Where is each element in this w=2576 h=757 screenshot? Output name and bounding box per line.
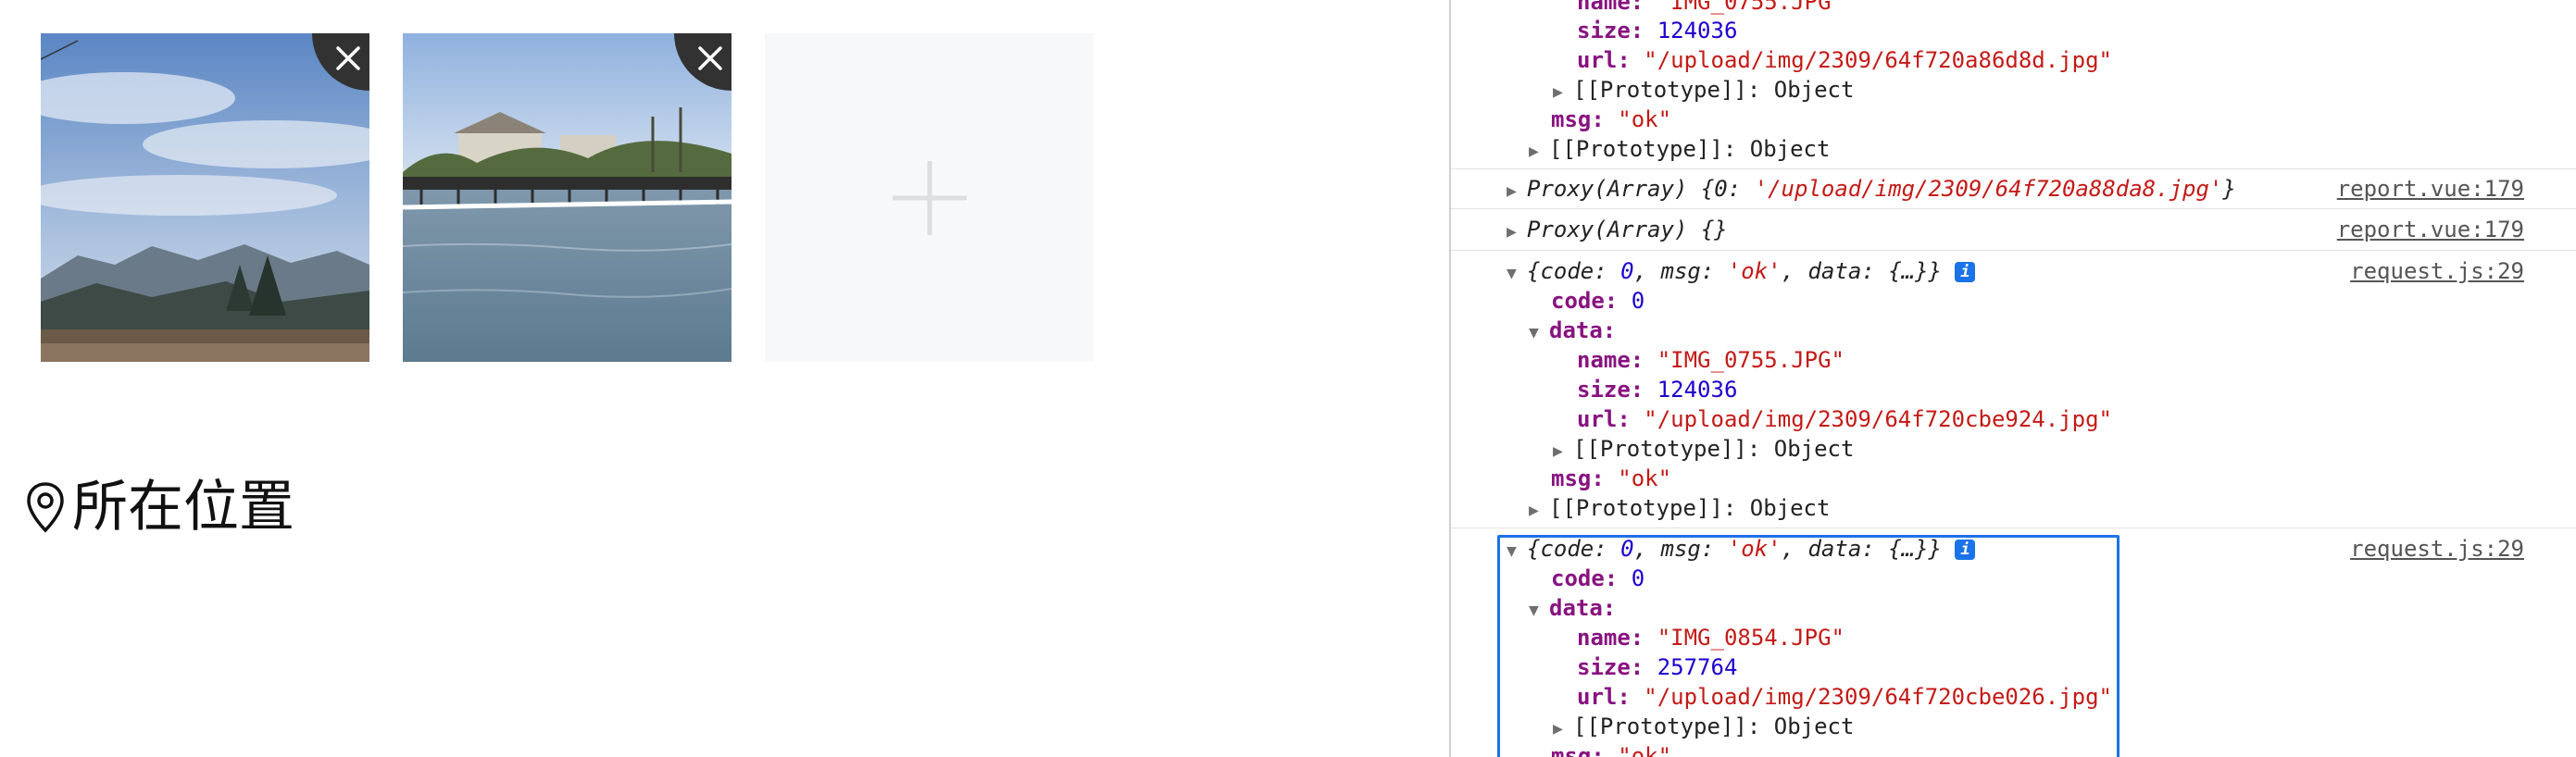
console-line[interactable]: ▶ [[Prototype]]: Object <box>1553 75 1854 105</box>
console-line: url: "/upload/img/2309/64f720cbe924.jpg" <box>1577 406 2112 432</box>
console-line: size: 257764 <box>1577 654 1738 680</box>
console-line[interactable]: ▼ data: <box>1529 316 1616 345</box>
console-log-object[interactable]: ▼ {code: 0, msg: 'ok', data: {…}} i <box>1507 256 1976 286</box>
console-line: name: "IMG_0755.JPG" <box>1577 347 1844 373</box>
add-photo-button[interactable] <box>765 33 1094 362</box>
console-line: msg: "ok" <box>1551 743 1672 757</box>
console-line: size: 124036 <box>1577 18 1738 43</box>
uploaded-photo-2[interactable] <box>403 33 732 362</box>
console-divider <box>1451 250 2576 251</box>
upload-form-pane: 所在位置 <box>0 0 1449 757</box>
close-icon <box>698 46 722 70</box>
mountain-photo <box>41 33 369 362</box>
info-icon[interactable]: i <box>1955 540 1976 560</box>
location-section-title: 所在位置 <box>24 479 294 535</box>
console-line: msg: "ok" <box>1551 465 1672 491</box>
location-pin-icon <box>27 482 64 533</box>
console-line[interactable]: ▶ [[Prototype]]: Object <box>1553 712 1854 741</box>
console-line: msg: "ok" <box>1551 106 1672 132</box>
console-line[interactable]: ▼ data: <box>1529 593 1616 623</box>
console-line[interactable]: ▶ [[Prototype]]: Object <box>1553 434 1854 464</box>
uploaded-photo-1[interactable] <box>41 33 369 362</box>
console-source-link[interactable]: request.js:29 <box>2350 534 2524 564</box>
console-line: url: "/upload/img/2309/64f720a86d8d.jpg" <box>1577 47 2112 73</box>
console-log-proxy-array[interactable]: ▶ Proxy(Array) {} <box>1507 215 1728 244</box>
console-line[interactable]: ▶ [[Prototype]]: Object <box>1529 493 1830 523</box>
console-source-link[interactable]: report.vue:179 <box>2337 215 2524 244</box>
devtools-console: name: "IMG_0755.JPG" size: 124036 url: "… <box>1449 0 2576 757</box>
close-icon <box>336 46 360 70</box>
location-title-label: 所在位置 <box>72 475 294 540</box>
console-line: code: 0 <box>1551 288 1645 314</box>
console-line[interactable]: ▶ [[Prototype]]: Object <box>1529 134 1830 164</box>
console-divider <box>1451 168 2576 169</box>
info-icon[interactable]: i <box>1955 262 1976 282</box>
console-divider <box>1451 208 2576 209</box>
plus-icon <box>892 160 967 235</box>
console-log-object[interactable]: ▼ {code: 0, msg: 'ok', data: {…}} i <box>1507 534 1976 564</box>
console-source-link[interactable]: report.vue:179 <box>2337 174 2524 204</box>
image-uploader <box>41 33 1094 362</box>
console-line: size: 124036 <box>1577 377 1738 403</box>
console-line: name: "IMG_0854.JPG" <box>1577 625 1844 651</box>
console-line: url: "/upload/img/2309/64f720cbe026.jpg" <box>1577 684 2112 710</box>
lake-bridge-photo <box>403 33 732 362</box>
console-line: code: 0 <box>1551 565 1645 591</box>
console-source-link[interactable]: request.js:29 <box>2350 256 2524 286</box>
console-log-proxy-array[interactable]: ▶ Proxy(Array) {0: '/upload/img/2309/64f7… <box>1507 174 2236 204</box>
console-divider <box>1451 527 2576 528</box>
console-line: name: "IMG_0755.JPG" <box>1577 0 1844 15</box>
